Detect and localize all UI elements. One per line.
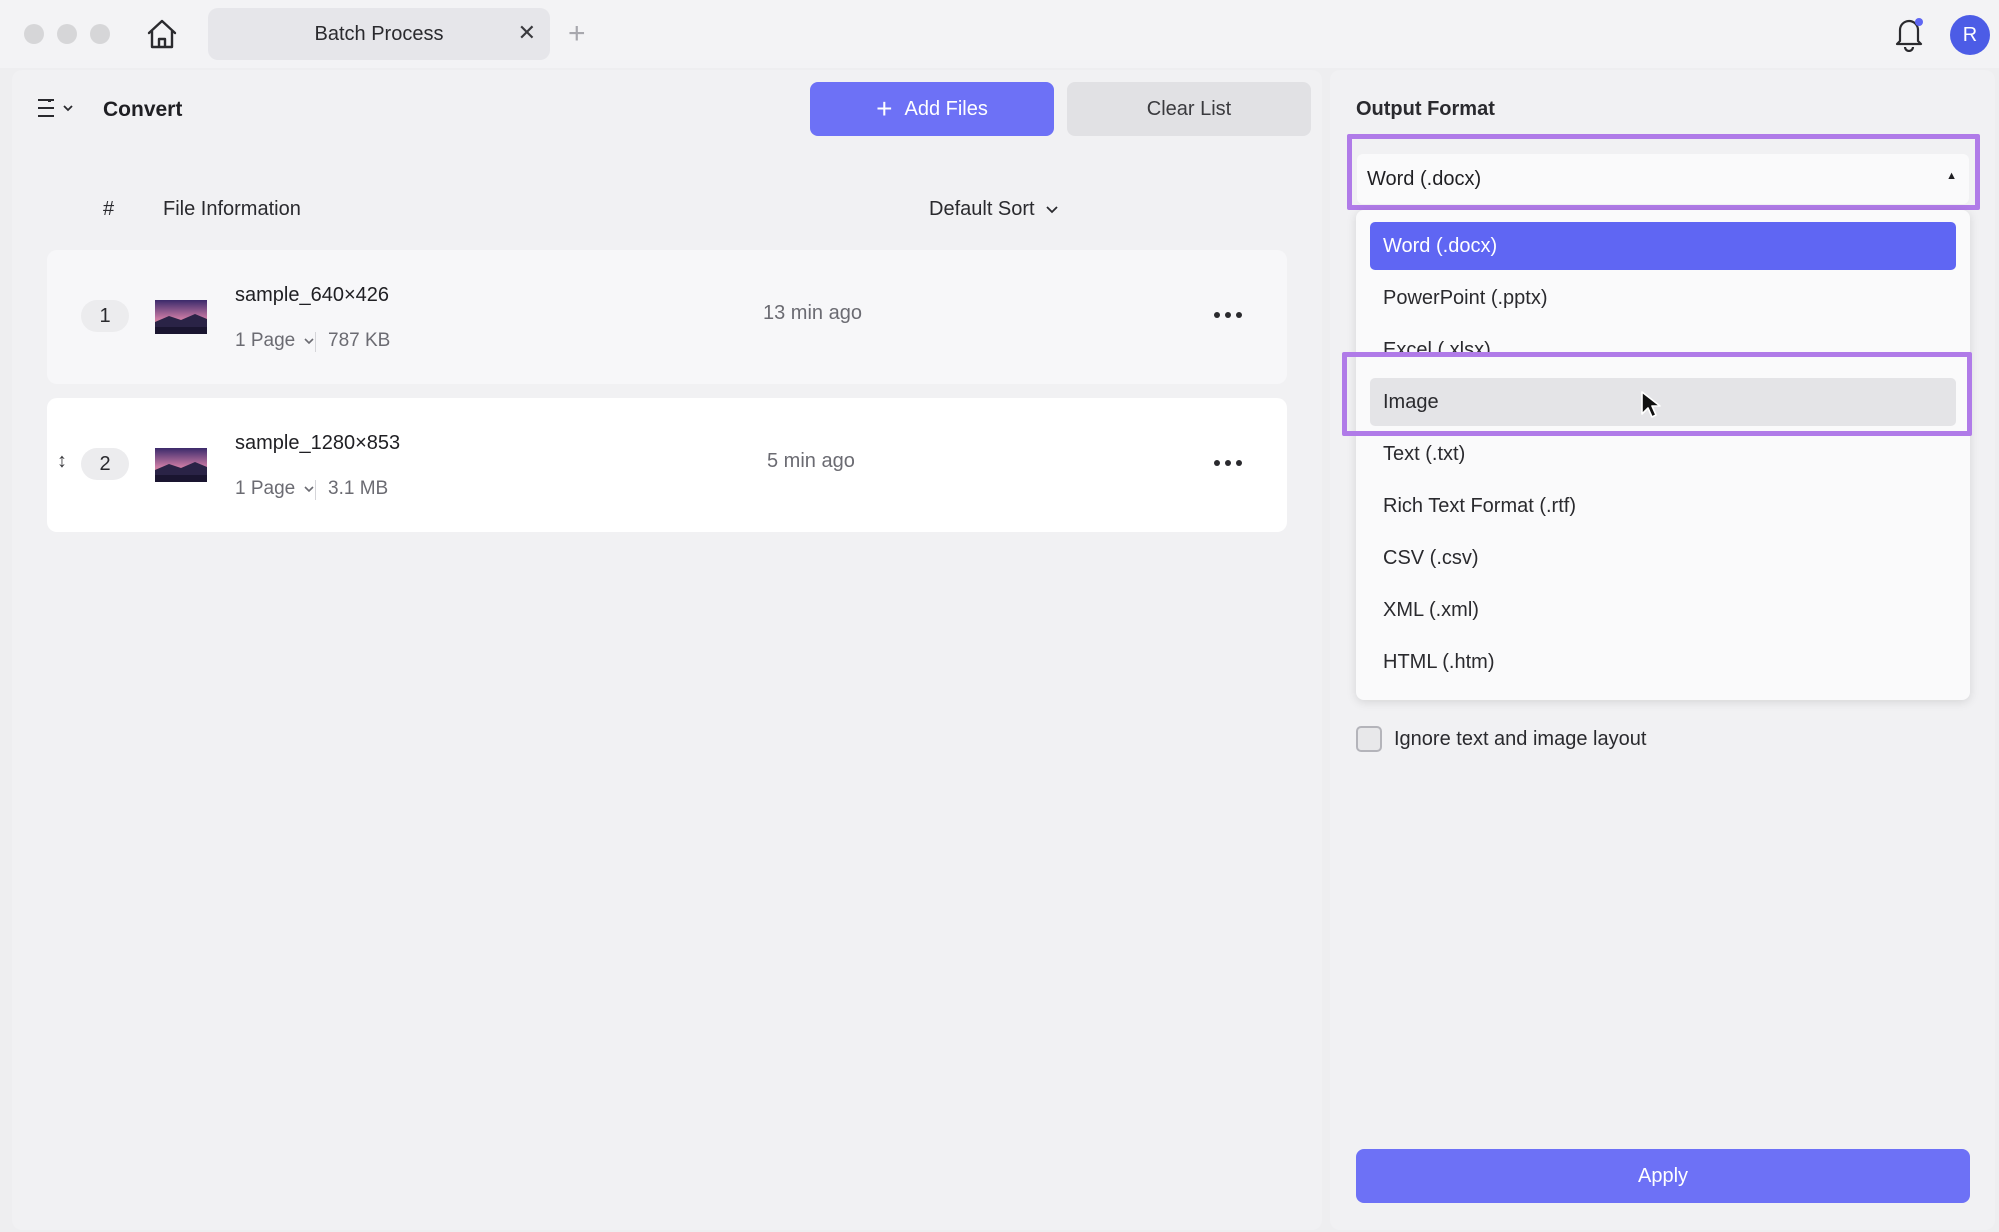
chevron-down-icon bbox=[304, 486, 314, 493]
ignore-layout-checkbox[interactable] bbox=[1356, 726, 1382, 752]
divider bbox=[315, 332, 316, 352]
format-option-html[interactable]: HTML (.htm) bbox=[1370, 638, 1956, 686]
page-count-dropdown[interactable]: 1 Page bbox=[235, 330, 315, 352]
sort-label: Default Sort bbox=[929, 198, 1035, 220]
clear-list-button[interactable]: Clear List bbox=[1067, 82, 1311, 136]
tab-batch-process[interactable]: Batch Process ✕ bbox=[208, 8, 550, 60]
file-thumbnail bbox=[155, 300, 207, 334]
tab-close-icon[interactable]: ✕ bbox=[518, 20, 536, 46]
close-window-button[interactable] bbox=[24, 24, 44, 44]
format-option-powerpoint[interactable]: PowerPoint (.pptx) bbox=[1370, 274, 1956, 322]
file-row[interactable]: ↕ 2 sample_1280×853 1 Page 3.1 MB 5 min … bbox=[47, 398, 1287, 532]
home-icon[interactable] bbox=[144, 16, 180, 52]
chevron-down-icon bbox=[304, 338, 314, 345]
output-format-label: Output Format bbox=[1356, 98, 1495, 120]
file-size: 3.1 MB bbox=[328, 478, 389, 499]
more-options-icon[interactable] bbox=[1212, 300, 1244, 330]
page-count-dropdown[interactable]: 1 Page bbox=[235, 478, 315, 500]
user-avatar[interactable]: R bbox=[1950, 15, 1990, 55]
file-time: 13 min ago bbox=[763, 302, 862, 324]
format-option-xml[interactable]: XML (.xml) bbox=[1370, 586, 1956, 634]
format-option-excel[interactable]: Excel (.xlsx) bbox=[1370, 326, 1956, 352]
maximize-window-button[interactable] bbox=[90, 24, 110, 44]
chevron-down-icon bbox=[1045, 205, 1058, 213]
format-option-csv[interactable]: CSV (.csv) bbox=[1370, 534, 1956, 582]
format-dropdown-menu: Word (.docx) PowerPoint (.pptx) Excel (.… bbox=[1356, 210, 1970, 700]
format-option-word[interactable]: Word (.docx) bbox=[1370, 222, 1956, 270]
column-header-file-information: File Information bbox=[163, 198, 301, 220]
file-row[interactable]: 1 sample_640×426 1 Page 787 KB 13 min ag… bbox=[47, 250, 1287, 384]
apply-button[interactable]: Apply bbox=[1356, 1149, 1970, 1203]
format-option-text[interactable]: Text (.txt) bbox=[1370, 430, 1956, 478]
plus-icon: + bbox=[876, 93, 893, 124]
select-highlight-box bbox=[1347, 134, 1980, 210]
output-settings-panel: Output Format Word (.docx) ▲ Word (.docx… bbox=[1330, 70, 1995, 1230]
file-list-panel: Convert + Add Files Clear List # File In… bbox=[12, 70, 1322, 1230]
file-time: 5 min ago bbox=[767, 450, 855, 472]
page-count-label: 1 Page bbox=[235, 330, 296, 351]
row-number: 1 bbox=[81, 300, 129, 332]
add-files-button[interactable]: + Add Files bbox=[810, 82, 1054, 136]
more-options-icon[interactable] bbox=[1212, 448, 1244, 478]
notification-bell-icon[interactable] bbox=[1892, 14, 1926, 53]
ignore-layout-option[interactable]: Ignore text and image layout bbox=[1356, 726, 1646, 752]
sort-dropdown[interactable]: Default Sort bbox=[929, 198, 1059, 221]
title-bar: Batch Process ✕ + R bbox=[0, 0, 1999, 68]
add-files-label: Add Files bbox=[904, 97, 988, 120]
minimize-window-button[interactable] bbox=[57, 24, 77, 44]
ignore-layout-label: Ignore text and image layout bbox=[1394, 727, 1647, 750]
drag-handle-icon[interactable]: ↕ bbox=[57, 450, 67, 473]
file-name: sample_1280×853 bbox=[235, 432, 401, 454]
new-tab-icon[interactable]: + bbox=[568, 16, 586, 52]
menu-toggle-icon[interactable] bbox=[34, 96, 78, 122]
clear-list-label: Clear List bbox=[1146, 97, 1232, 120]
panel-title: Convert bbox=[103, 98, 183, 121]
apply-label: Apply bbox=[1637, 1164, 1689, 1187]
tab-title: Batch Process bbox=[314, 23, 444, 45]
page-count-label: 1 Page bbox=[235, 478, 296, 499]
format-option-rtf[interactable]: Rich Text Format (.rtf) bbox=[1370, 482, 1956, 530]
file-thumbnail bbox=[155, 448, 207, 482]
file-name: sample_640×426 bbox=[235, 284, 390, 306]
mouse-cursor-icon bbox=[1640, 390, 1662, 420]
column-header-number: # bbox=[103, 198, 115, 220]
file-size: 787 KB bbox=[328, 330, 391, 351]
app-window: Batch Process ✕ + R Convert + Add Files … bbox=[0, 0, 1999, 1232]
divider bbox=[315, 480, 316, 500]
row-number: 2 bbox=[81, 448, 129, 480]
